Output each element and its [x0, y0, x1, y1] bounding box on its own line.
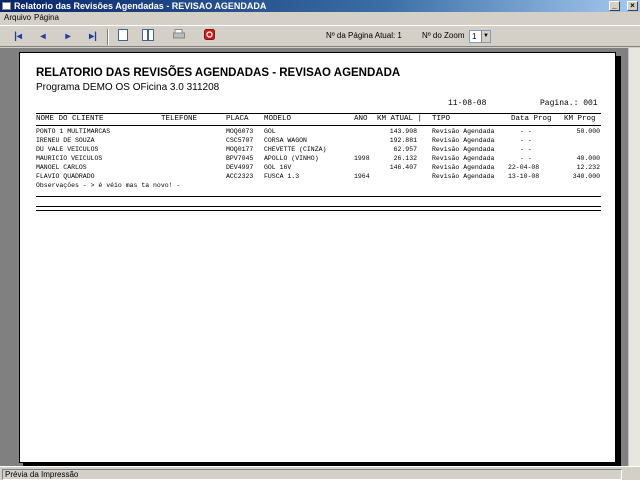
cell-km-atual: 143.908 [389, 128, 417, 135]
cell-cliente: MANOEL CARLOS [36, 164, 87, 171]
exit-icon[interactable] [200, 29, 218, 45]
cell-modelo: GOL 16V [264, 164, 292, 171]
close-button[interactable]: × [627, 1, 638, 11]
cell-tipo: Revisão Agendada [432, 146, 495, 153]
cell-km-prog: 12.232 [576, 164, 600, 171]
status-bar: Prévia da Impressão [0, 466, 640, 480]
zoom-value: 1 [472, 32, 477, 41]
report-note: Observações - > é véio mas ta novo! - [36, 182, 181, 189]
cell-data-prog: 13-10-08 [508, 173, 540, 180]
cell-placa: MOQ6073 [226, 128, 254, 135]
zoom-select[interactable]: 1 ▼ [469, 30, 491, 43]
cell-placa: ACC2323 [226, 173, 254, 180]
chevron-down-icon[interactable]: ▼ [481, 31, 490, 42]
print-icon[interactable] [170, 29, 188, 45]
cell-km-atual: 62.957 [393, 146, 417, 153]
minimize-button[interactable]: _ [609, 1, 620, 11]
col-header-telefone: TELEFONE [161, 115, 198, 123]
cell-km-prog: 50.000 [576, 128, 600, 135]
divider [36, 206, 601, 207]
app-icon [2, 2, 11, 10]
cell-cliente: IRENEU DE SOUZA [36, 137, 95, 144]
toolbar-separator [107, 29, 109, 45]
divider [36, 210, 601, 211]
cell-km-atual: 192.881 [389, 137, 417, 144]
cell-km-prog: 340.000 [572, 173, 600, 180]
col-header-placa: PLACA [226, 115, 249, 123]
next-page-icon[interactable]: ▸ [59, 29, 77, 45]
report-page: RELATORIO DAS REVISÕES AGENDADAS - REVIS… [19, 52, 616, 463]
preview-window: Relatorio das Revisões Agendadas - REVIS… [0, 0, 640, 480]
divider [36, 196, 601, 197]
menu-pagina[interactable]: Página [34, 12, 59, 24]
report-page-number: Pagina.: 001 [540, 99, 598, 108]
cell-tipo: Revisão Agendada [432, 155, 495, 162]
vertical-scrollbar[interactable] [628, 48, 640, 466]
current-page-label: Nº da Página Atual: 1 [326, 31, 402, 40]
toolbar: |◂ ◂ ▸ ▸| Nº da Página Atual: 1 Nº do Zo… [0, 25, 640, 47]
cell-cliente: DU VALE VEICULOS [36, 146, 99, 153]
last-page-icon[interactable]: ▸| [84, 29, 102, 45]
cell-modelo: CHEVETTE (CINZA) [264, 146, 327, 153]
first-page-icon[interactable]: |◂ [9, 29, 27, 45]
window-title: Relatorio das Revisões Agendadas - REVIS… [14, 1, 267, 11]
report-date: 11-08-08 [448, 99, 487, 108]
cell-modelo: APOLLO (VINHO) [264, 155, 319, 162]
col-header-modelo: MODELO [264, 115, 292, 123]
cell-modelo: GOL [264, 128, 276, 135]
cell-modelo: FUSCA 1.3 [264, 173, 300, 180]
divider [36, 125, 601, 126]
divider [36, 113, 601, 114]
col-header-km-prog: KM Prog [564, 115, 596, 123]
cell-data-prog: - - [520, 137, 532, 144]
report-title: RELATORIO DAS REVISÕES AGENDADAS - REVIS… [36, 67, 401, 79]
cell-data-prog: - - [520, 155, 532, 162]
cell-cliente: FLAVIO QUADRADO [36, 173, 95, 180]
report-subtitle: Programa DEMO OS OFicina 3.0 311208 [36, 82, 220, 93]
cell-placa: BPV7045 [226, 155, 254, 162]
menu-bar: Arquivo Página [0, 12, 640, 24]
single-page-icon[interactable] [114, 29, 132, 45]
cell-km-atual: 146.407 [389, 164, 417, 171]
cell-cliente: PONTO 1 MULTIMARCAS [36, 128, 111, 135]
cell-data-prog: - - [520, 128, 532, 135]
cell-data-prog: - - [520, 146, 532, 153]
col-header-tipo: TIPO [432, 115, 451, 123]
cell-placa: DEV4997 [226, 164, 254, 171]
cell-ano: 1998 [354, 155, 370, 162]
cell-modelo: CORSA WAGON [264, 137, 307, 144]
cell-tipo: Revisão Agendada [432, 137, 495, 144]
cell-km-atual: 26.132 [393, 155, 417, 162]
previous-page-icon[interactable]: ◂ [34, 29, 52, 45]
cell-cliente: MAURICIO VEICULOS [36, 155, 103, 162]
cell-km-prog: 40.000 [576, 155, 600, 162]
cell-tipo: Revisão Agendada [432, 128, 495, 135]
cell-data-prog: 22-04-08 [508, 164, 540, 171]
cell-ano: 1964 [354, 173, 370, 180]
menu-arquivo[interactable]: Arquivo [4, 12, 31, 24]
preview-area: RELATORIO DAS REVISÕES AGENDADAS - REVIS… [0, 48, 640, 466]
col-header-km-atual: KM ATUAL | [377, 115, 423, 123]
col-header-data-prog: Data Prog [511, 115, 552, 123]
page-shadow [616, 56, 621, 465]
col-header-cliente: NOME DO CLIENTE [36, 115, 104, 123]
col-header-ano: ANO [354, 115, 368, 123]
cell-tipo: Revisão Agendada [432, 173, 495, 180]
zoom-label: Nº do Zoom [422, 31, 465, 40]
cell-placa: CSC5707 [226, 137, 254, 144]
status-text: Prévia da Impressão [2, 469, 622, 480]
two-pages-icon[interactable] [139, 29, 157, 45]
title-bar[interactable]: Relatorio das Revisões Agendadas - REVIS… [0, 0, 640, 12]
cell-tipo: Revisão Agendada [432, 164, 495, 171]
cell-placa: MOQ0177 [226, 146, 254, 153]
